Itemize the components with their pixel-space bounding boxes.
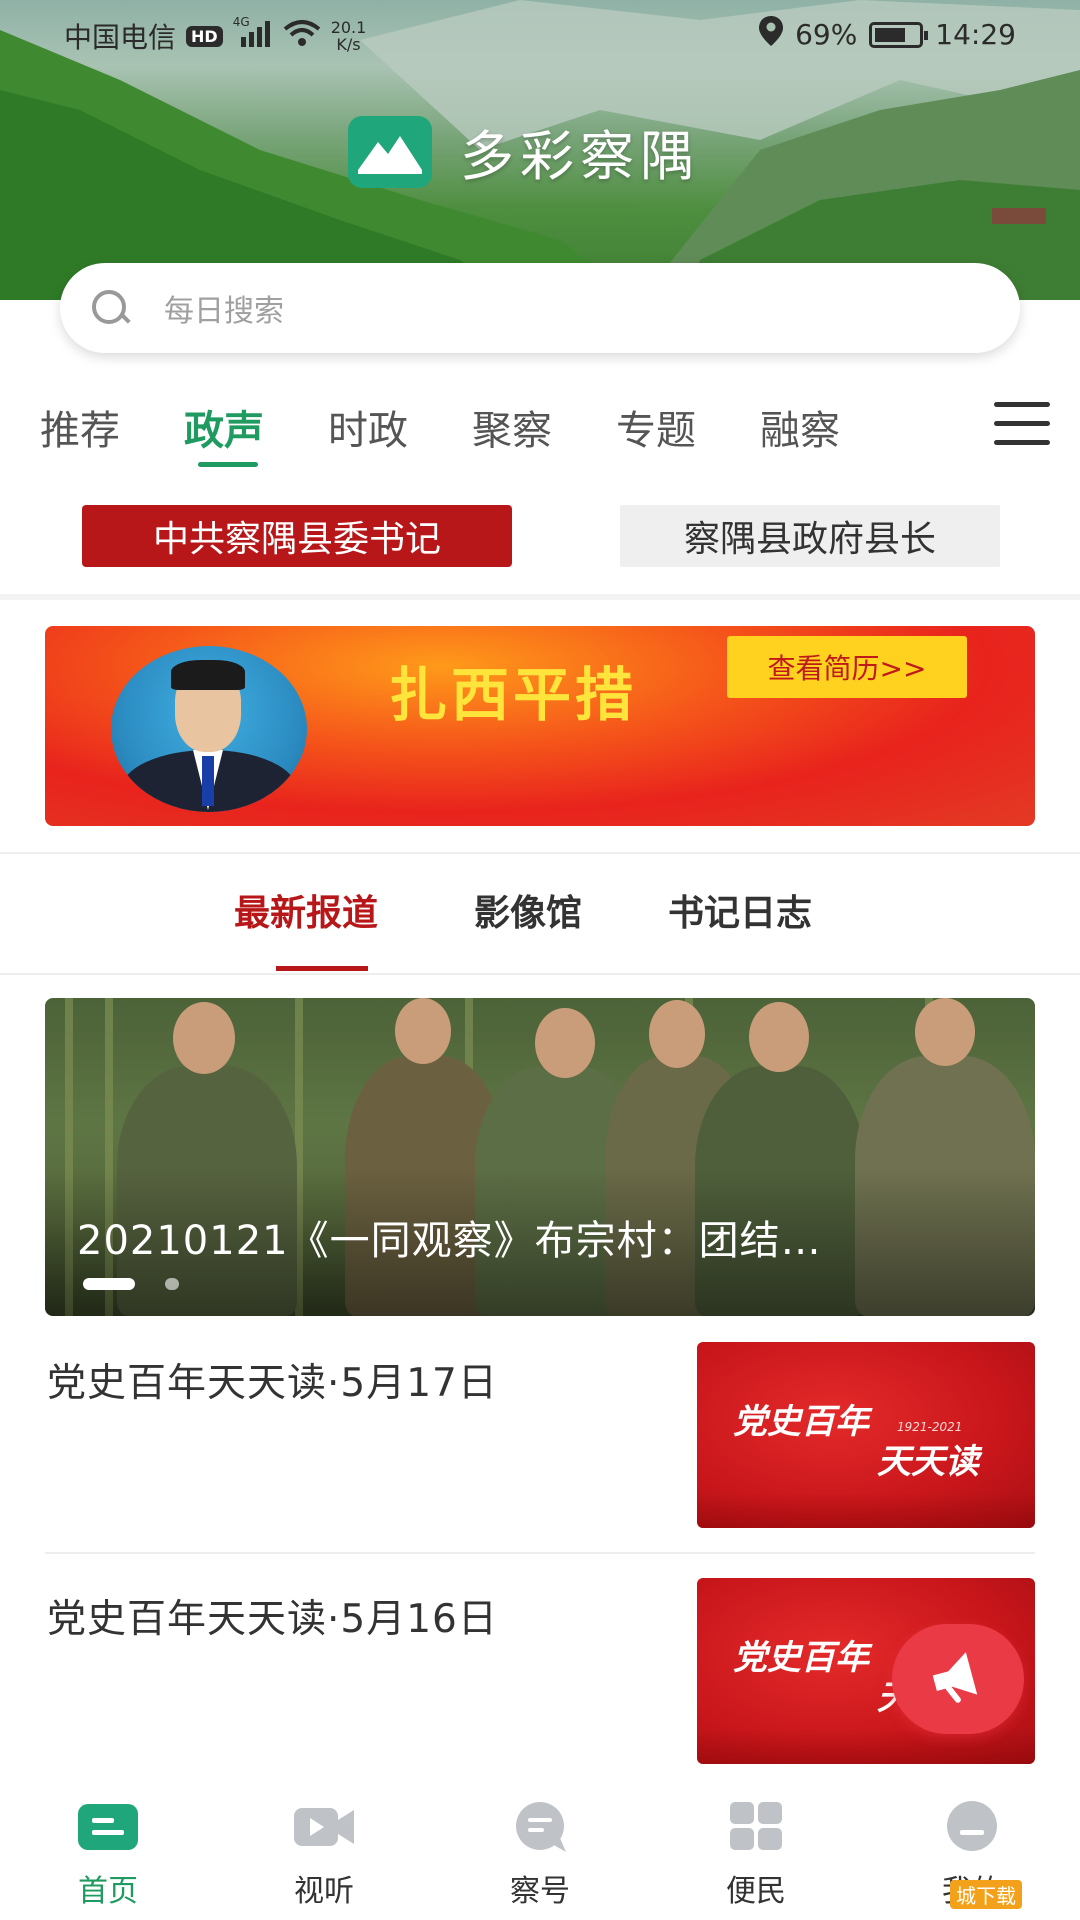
nav-item-chahao[interactable]: 察号 xyxy=(432,1778,648,1920)
status-bar: 中国电信 HD 4G 20.1 K/s 69% 14:29 xyxy=(0,0,1080,66)
signal-icon: 4G xyxy=(233,15,273,51)
category-tabs: 推荐 政声 时政 聚察 专题 融察 xyxy=(40,398,904,468)
carousel-indicator-active[interactable] xyxy=(83,1278,135,1290)
nav-item-av[interactable]: 视听 xyxy=(216,1778,432,1920)
carousel-caption: 20210121《一同观察》布宗村：团结… xyxy=(77,1218,822,1264)
battery-icon xyxy=(869,21,929,48)
profile-icon xyxy=(940,1800,1004,1854)
thumb-text-line2: 天天读 xyxy=(877,1442,979,1482)
app-brand: 多彩察隅 xyxy=(348,112,700,191)
megaphone-icon xyxy=(926,1649,990,1709)
leader-name: 扎西平措 xyxy=(389,661,638,729)
tab-zhengsheng[interactable]: 政声 xyxy=(184,398,328,468)
subtab-image-gallery[interactable]: 影像馆 xyxy=(474,884,582,936)
tab-jucha[interactable]: 聚察 xyxy=(472,398,616,468)
chat-bubble-icon xyxy=(508,1800,572,1854)
list-item[interactable]: 党史百年天天读·5月17日 党史百年 1921-2021 天天读 xyxy=(45,1342,1035,1542)
view-resume-button[interactable]: 查看简历>> xyxy=(727,636,967,698)
tab-politics[interactable]: 时政 xyxy=(328,398,472,468)
broadcast-fab-button[interactable] xyxy=(892,1624,1024,1734)
section-divider xyxy=(0,973,1080,975)
section-divider xyxy=(0,852,1080,854)
network-speed-unit: K/s xyxy=(336,35,361,54)
featured-carousel[interactable]: 20210121《一同观察》布宗村：团结… xyxy=(45,998,1035,1316)
network-speed: 20.1 K/s xyxy=(331,19,367,53)
network-type-label: 4G xyxy=(232,15,250,29)
thumb-text-line1: 党史百年 xyxy=(733,1402,869,1442)
leader-profile-banner[interactable]: 扎西平措 查看简历>> xyxy=(45,626,1035,826)
news-title: 党史百年天天读·5月17日 xyxy=(47,1361,498,1406)
subtab-secretary-diary[interactable]: 书记日志 xyxy=(668,884,812,936)
tab-recommend[interactable]: 推荐 xyxy=(40,398,184,468)
nav-item-services[interactable]: 便民 xyxy=(648,1778,864,1920)
home-icon xyxy=(76,1800,140,1854)
carousel-indicator[interactable] xyxy=(165,1278,179,1290)
hd-badge: HD xyxy=(186,25,223,47)
list-item[interactable]: 党史百年天天读·5月16日 党史百年 天 xyxy=(45,1578,1035,1778)
tab-special-topics[interactable]: 专题 xyxy=(616,398,760,468)
nav-item-home[interactable]: 首页 xyxy=(0,1778,216,1920)
news-title: 党史百年天天读·5月16日 xyxy=(47,1597,498,1642)
subtab-latest-reports[interactable]: 最新报道 xyxy=(234,884,378,936)
menu-icon[interactable] xyxy=(994,402,1050,445)
location-icon xyxy=(759,16,784,53)
nav-label-chahao: 察号 xyxy=(510,1874,570,1909)
search-placeholder: 每日搜索 xyxy=(164,294,284,329)
header-banner: 中国电信 HD 4G 20.1 K/s 69% 14:29 多彩察隅 xyxy=(0,0,1080,300)
tab-rongcha[interactable]: 融察 xyxy=(760,398,904,468)
search-bar[interactable]: 每日搜索 xyxy=(60,263,1020,353)
nav-label-av: 视听 xyxy=(294,1874,354,1909)
watermark-logo: 城下载 xyxy=(950,1880,1022,1909)
news-subtabs: 最新报道 影像馆 书记日志 xyxy=(0,884,1080,971)
search-icon xyxy=(90,288,130,328)
video-camera-icon xyxy=(292,1800,356,1854)
battery-percent: 69% xyxy=(795,18,858,51)
list-divider xyxy=(45,1552,1035,1554)
nav-label-home: 首页 xyxy=(78,1874,138,1909)
bottom-navigation: 首页 视听 察号 便民 我的 xyxy=(0,1778,1080,1920)
nav-label-services: 便民 xyxy=(726,1874,786,1909)
county-mayor-button[interactable]: 察隅县政府县长 xyxy=(620,505,1000,567)
grid-icon xyxy=(724,1800,788,1854)
news-thumbnail: 党史百年 1921-2021 天天读 xyxy=(697,1342,1035,1528)
wifi-icon xyxy=(283,19,321,54)
active-subtab-indicator xyxy=(276,966,368,971)
clock-time: 14:29 xyxy=(935,18,1016,51)
leader-avatar xyxy=(111,646,307,812)
section-divider xyxy=(0,594,1080,600)
carrier-label: 中国电信 xyxy=(64,21,177,54)
thumb-text-line1: 党史百年 xyxy=(733,1638,869,1678)
party-secretary-button[interactable]: 中共察隅县委书记 xyxy=(82,505,512,567)
app-name: 多彩察隅 xyxy=(460,125,700,188)
thumb-year: 1921-2021 xyxy=(897,1420,963,1434)
app-logo-icon xyxy=(348,115,432,188)
